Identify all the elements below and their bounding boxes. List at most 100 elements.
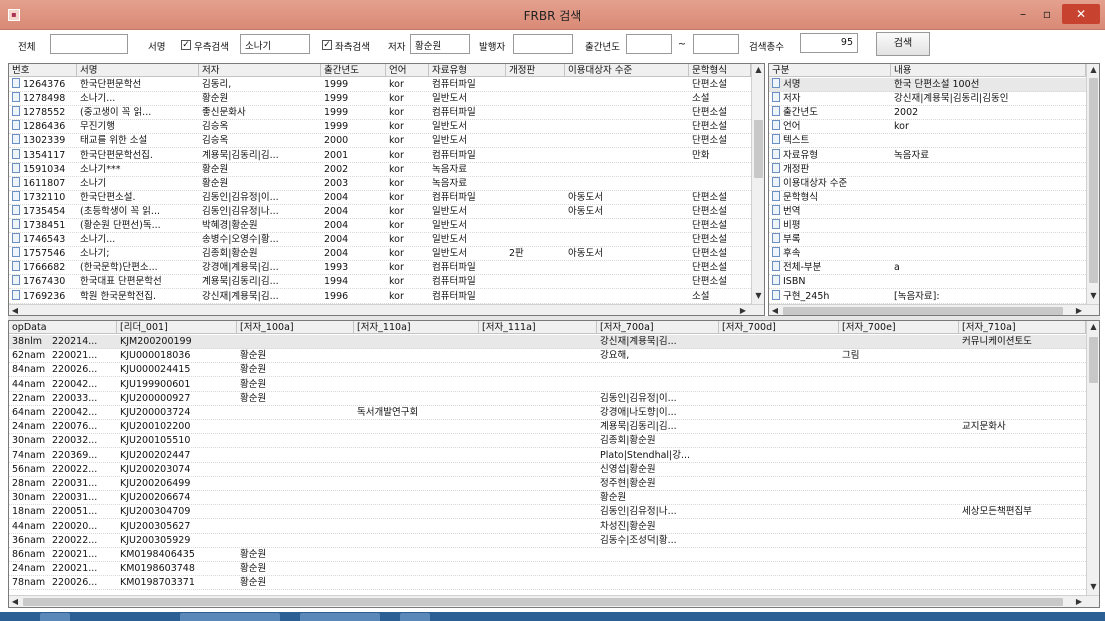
table-row[interactable]: 44nam 220042... KJU199900601 황순원	[9, 378, 1086, 392]
taskbar-item[interactable]	[400, 613, 430, 621]
table-row[interactable]: 1286436 무진기행 김승옥 1999 kor 일반도서 단편소설	[9, 120, 751, 135]
taskbar-item[interactable]	[180, 613, 280, 621]
table-row[interactable]: 74nam 220369... KJU200202447 Plato|Stendhal…	[9, 449, 1086, 463]
detail-vertical-scrollbar[interactable]: ▲ ▼	[1086, 64, 1099, 304]
author-input[interactable]: 황순원	[410, 34, 470, 54]
column-header[interactable]: 개정판	[506, 64, 565, 77]
column-header[interactable]: opData	[9, 321, 117, 334]
column-header[interactable]: [저자_100a]	[237, 321, 354, 334]
scroll-up-arrow[interactable]: ▲	[752, 64, 764, 76]
table-row[interactable]: 1732110 한국단편소설. 김동인|김유정|이... 2004 kor 컴퓨터파일 아동…	[9, 190, 751, 205]
scroll-down-arrow[interactable]: ▼	[1087, 290, 1099, 302]
table-row[interactable]: 24nam 220076... KJU200102200 계용묵|김동리|김... 교지…	[9, 420, 1086, 435]
column-header[interactable]: 내용	[891, 64, 1086, 77]
table-row[interactable]: 후속	[769, 247, 1086, 262]
column-header[interactable]: [저자_700a]	[597, 321, 719, 334]
scroll-left-arrow[interactable]: ◀	[769, 305, 781, 315]
close-button[interactable]: ✕	[1062, 4, 1100, 24]
table-row[interactable]: 1611807 소나기 황순원 2003 kor 녹음자료	[9, 176, 751, 191]
column-header[interactable]: 출간년도	[321, 64, 386, 77]
table-row[interactable]: 부록	[769, 233, 1086, 248]
table-row[interactable]: 30nam 220031... KJU200206674 황순원	[9, 491, 1086, 506]
scroll-thumb[interactable]	[754, 120, 763, 178]
detail-horizontal-scrollbar[interactable]: ◀ ▶	[769, 304, 1099, 315]
column-header[interactable]: [저자_700d]	[719, 321, 839, 334]
results-horizontal-scrollbar[interactable]: ◀ ▶	[9, 304, 764, 315]
table-row[interactable]: 번역	[769, 204, 1086, 219]
left-truncation-checkbox[interactable]: ✓	[322, 40, 332, 50]
table-row[interactable]: 전체-부분 a	[769, 261, 1086, 276]
column-header[interactable]: [저자_110a]	[354, 321, 479, 334]
column-header[interactable]: 구분	[769, 64, 891, 77]
column-header[interactable]: 번호	[9, 64, 77, 77]
right-truncation-checkbox[interactable]: ✓	[181, 40, 191, 50]
column-header[interactable]: [리더_001]	[117, 321, 237, 334]
table-row[interactable]: 44nam 220020... KJU200305627 차성진|황순원	[9, 520, 1086, 534]
scroll-down-arrow[interactable]: ▼	[1087, 581, 1099, 593]
column-header[interactable]: 서명	[77, 64, 199, 77]
scroll-left-arrow[interactable]: ◀	[9, 596, 21, 607]
column-header[interactable]: 언어	[386, 64, 429, 77]
table-row[interactable]: 1264376 한국단편문학선 김동리, 1999 kor 컴퓨터파일 단편소설	[9, 78, 751, 92]
table-row[interactable]: 86nam 220021... KM0198406435 황순원	[9, 548, 1086, 562]
marc-horizontal-scrollbar[interactable]: ◀ ▶	[9, 595, 1099, 607]
table-row[interactable]: 22nam 220033... KJU200000927 황순원 김동인|김유정|이..…	[9, 392, 1086, 406]
table-row[interactable]: 1769236 학원 한국문학전집. 강신재|계용묵|김... 1996 kor 컴퓨터파…	[9, 289, 751, 304]
results-vertical-scrollbar[interactable]: ▲ ▼	[751, 64, 764, 304]
table-row[interactable]: 1591034 소나기*** 황순원 2002 kor 녹음자료	[9, 162, 751, 177]
search-button[interactable]: 검색	[876, 32, 930, 56]
table-row[interactable]: 1302339 태교를 위한 소설 김승옥 2000 kor 일반도서 단편소설	[9, 134, 751, 149]
column-header[interactable]: [저자_700e]	[839, 321, 959, 334]
pub-year-from-input[interactable]	[626, 34, 672, 54]
table-row[interactable]: 출간년도 2002	[769, 106, 1086, 121]
column-header[interactable]: [저자_710a]	[959, 321, 1086, 334]
table-row[interactable]: 36nam 220022... KJU200305929 김동수|조성덕|황...	[9, 534, 1086, 548]
scroll-up-arrow[interactable]: ▲	[1087, 321, 1099, 333]
marc-grid[interactable]: opData [리더_001] [저자_100a] [저자_110a] [저자_111a…	[8, 320, 1100, 608]
table-row[interactable]: 18nam 220051... KJU200304709 김동인|김유정|나... 세상…	[9, 505, 1086, 520]
taskbar-item[interactable]	[300, 613, 380, 621]
pub-year-to-input[interactable]	[693, 34, 739, 54]
all-input[interactable]	[50, 34, 128, 54]
publisher-input[interactable]	[513, 34, 573, 54]
table-row[interactable]: 텍스트	[769, 134, 1086, 149]
table-row[interactable]: 비평	[769, 219, 1086, 233]
table-row[interactable]: 1757546 소나기; 김종회|황순원 2004 kor 일반도서 2판 아동도서 단편소설	[9, 247, 751, 262]
table-row[interactable]: 개정판	[769, 162, 1086, 177]
scroll-down-arrow[interactable]: ▼	[752, 290, 764, 302]
table-row[interactable]: 서명 한국 단편소설 100선	[769, 78, 1086, 92]
table-row[interactable]: 이용대상자 수준	[769, 176, 1086, 191]
table-row[interactable]: 자료유형 녹음자료	[769, 148, 1086, 163]
scroll-left-arrow[interactable]: ◀	[9, 305, 21, 315]
table-row[interactable]: 1746543 소나기... 송병수|오영수|황... 2004 kor 일반도서 단편소설	[9, 233, 751, 248]
table-row[interactable]: 56nam 220022... KJU200203074 신영섭|황순원	[9, 463, 1086, 477]
table-row[interactable]: 1738451 (황순원 단편선)독... 박혜경|황순원 2004 kor 일반도서 단편…	[9, 219, 751, 233]
marc-vertical-scrollbar[interactable]: ▲ ▼	[1086, 321, 1099, 595]
table-row[interactable]: 62nam 220021... KJU000018036 황순원 강요해, 그림	[9, 349, 1086, 364]
table-row[interactable]: 문학형식	[769, 190, 1086, 205]
table-row[interactable]: 28nam 220031... KJU200206499 정주현|황순원	[9, 477, 1086, 491]
minimize-button[interactable]: –	[1012, 4, 1034, 24]
maximize-button[interactable]: ▫	[1036, 4, 1058, 24]
table-row[interactable]: 1278552 (중고생이 꼭 읽... 좋신문화사 1999 kor 컴퓨터파일 단편소설	[9, 106, 751, 121]
table-row[interactable]: 1766682 (한국문학)단편소... 강경애|계용묵|김... 1993 kor 컴퓨…	[9, 261, 751, 276]
detail-list[interactable]: 구분 내용 서명 한국 단편소설 100선 저자 강신재|계용묵|김동리|김동인 출간년도…	[768, 63, 1100, 316]
scroll-up-arrow[interactable]: ▲	[1087, 64, 1099, 76]
column-header[interactable]: 자료유형	[429, 64, 506, 77]
scroll-thumb[interactable]	[23, 598, 1063, 606]
column-header[interactable]: 이용대상자 수준	[565, 64, 689, 77]
table-row[interactable]: 저자 강신재|계용묵|김동리|김동인	[769, 92, 1086, 107]
table-row[interactable]: 언어 kor	[769, 120, 1086, 135]
table-row[interactable]: ISBN	[769, 275, 1086, 290]
table-row[interactable]: 1278498 소나기... 황순원 1999 kor 일반도서 소설	[9, 92, 751, 107]
scroll-right-arrow[interactable]: ▶	[1073, 305, 1085, 315]
column-header[interactable]: 저자	[199, 64, 321, 77]
table-row[interactable]: 구현_245h [녹음자료]:	[769, 289, 1086, 304]
scroll-right-arrow[interactable]: ▶	[737, 305, 749, 315]
table-row[interactable]: 84nam 220026... KJU000024415 황순원	[9, 363, 1086, 378]
table-row[interactable]: 24nam 220021... KM0198603748 황순원	[9, 562, 1086, 577]
column-header[interactable]: 문학형식	[689, 64, 751, 77]
scroll-right-arrow[interactable]: ▶	[1073, 596, 1085, 607]
table-row[interactable]: 1354117 한국단편문학선집. 계용묵|김동리|김... 2001 kor 컴퓨터파일…	[9, 148, 751, 163]
results-list[interactable]: 번호 서명 저자 출간년도 언어 자료유형 개정판 이용대상자 수준 문학형식 1264376 한…	[8, 63, 765, 316]
